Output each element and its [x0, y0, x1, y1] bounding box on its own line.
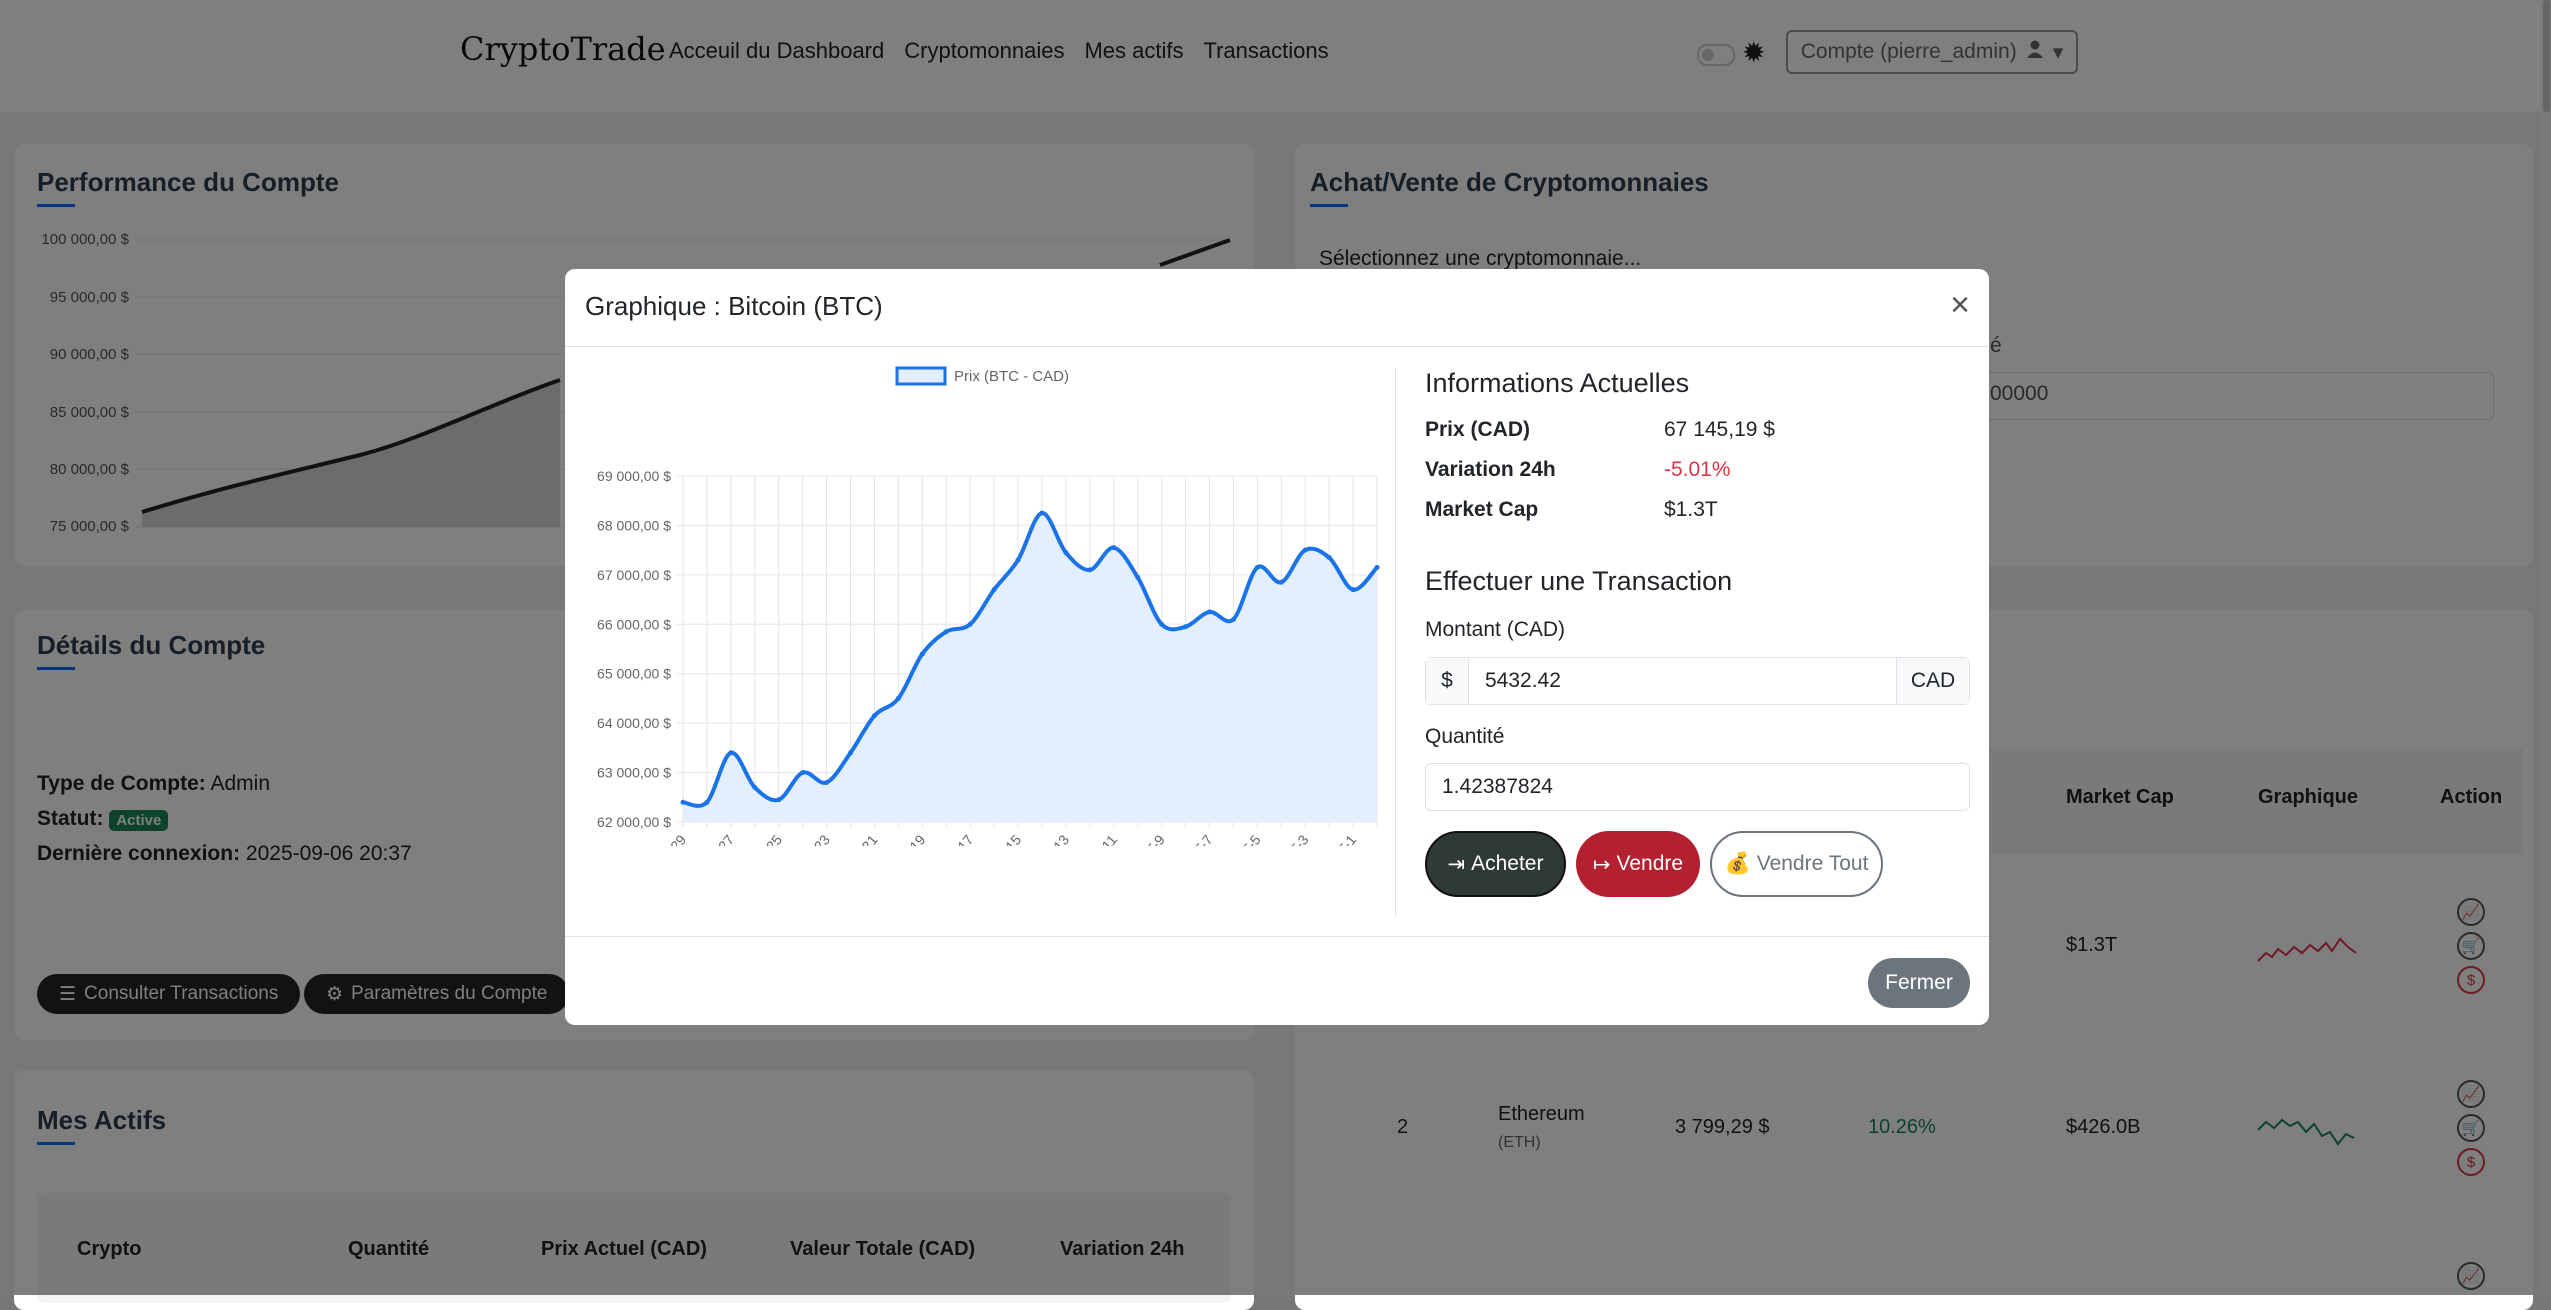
sign-out-icon: ↦	[1592, 852, 1611, 876]
price-label-text: Prix (CAD)	[1425, 418, 1531, 441]
chart-point	[895, 695, 901, 701]
buy-button-label: Acheter	[1471, 852, 1544, 875]
sell-all-button-label: Vendre Tout	[1756, 852, 1869, 875]
chart-point	[1350, 587, 1356, 593]
quantity-label: Quantité	[1425, 725, 1505, 748]
y-tick-label: 69 000,00 $	[597, 468, 671, 484]
price-label: Prix (CAD)	[1425, 418, 1530, 442]
y-tick-label: 65 000,00 $	[597, 666, 671, 682]
chart-point	[1206, 609, 1212, 615]
sell-button-label: Vendre	[1616, 852, 1684, 875]
change-label-text: Variation 24h	[1425, 458, 1556, 481]
btc-price-chart: 62 000,00 $ 63 000,00 $ 64 000,00 $ 65 000,…	[597, 366, 1380, 846]
buy-button[interactable]: ⇥ Acheter	[1425, 831, 1566, 897]
chart-point	[800, 770, 806, 776]
price-value: 67 145,19 $	[1664, 418, 1775, 441]
chart-point	[776, 797, 782, 803]
chart-point	[967, 621, 973, 627]
chart-modal: Graphique : Bitcoin (BTC) × 62 000,00 $6…	[565, 269, 1989, 1025]
chart-point	[1302, 547, 1308, 553]
x-tick-label: T-17	[946, 831, 976, 846]
sell-all-button[interactable]: 💰 Vendre Tout	[1710, 831, 1883, 897]
chart-point	[752, 784, 758, 790]
close-icon[interactable]: ×	[1943, 288, 1977, 322]
x-tick-label: T-11	[1090, 831, 1120, 846]
money-bag-icon: 💰	[1724, 852, 1751, 875]
x-tick-label: T-9	[1143, 831, 1168, 846]
x-tick-label: T-7	[1191, 831, 1216, 846]
chart-point	[1374, 564, 1380, 570]
sell-button[interactable]: ↦ Vendre	[1576, 831, 1700, 897]
chart-point	[704, 799, 710, 805]
chart-point	[1015, 557, 1021, 563]
quantity-input[interactable]	[1425, 763, 1970, 811]
x-tick-label: T-3	[1286, 831, 1311, 846]
chart-point	[1278, 579, 1284, 585]
y-tick-label: 66 000,00 $	[597, 616, 671, 632]
chart-point	[1159, 621, 1165, 627]
y-tick-label: 68 000,00 $	[597, 517, 671, 533]
mcap-value: $1.3T	[1664, 498, 1718, 521]
chart-point	[848, 750, 854, 756]
chart-point	[1230, 616, 1236, 622]
chart-area-fill	[683, 513, 1377, 822]
y-tick-label: 64 000,00 $	[597, 715, 671, 731]
chart-point	[1254, 564, 1260, 570]
modal-title: Graphique : Bitcoin (BTC)	[585, 291, 883, 321]
amount-prefix: $	[1426, 658, 1469, 704]
chart-point	[1087, 567, 1093, 573]
chart-point	[1039, 510, 1045, 516]
chart-point	[1326, 555, 1332, 561]
x-tick-label: T-27	[707, 831, 737, 846]
mcap-label-text: Market Cap	[1425, 498, 1539, 521]
y-tick-label: 62 000,00 $	[597, 814, 671, 830]
chart-point	[943, 629, 949, 635]
legend-swatch	[895, 366, 947, 386]
chart-point	[728, 750, 734, 756]
amount-input-group: $ CAD	[1425, 657, 1970, 705]
legend-label: Prix (BTC - CAD)	[954, 368, 1069, 385]
y-tick-label: 67 000,00 $	[597, 567, 671, 583]
chart-point	[871, 713, 877, 719]
modal-divider	[1395, 369, 1396, 917]
x-tick-label: T-29	[659, 831, 689, 846]
mcap-label: Market Cap	[1425, 498, 1538, 522]
transaction-title: Effectuer une Transaction	[1425, 566, 1733, 596]
x-tick-label: T-13	[1042, 831, 1072, 846]
chart-point	[680, 799, 686, 805]
x-tick-label: T-23	[803, 831, 833, 846]
change-value: -5.01%	[1664, 458, 1731, 481]
amount-input[interactable]	[1469, 658, 1896, 704]
amount-suffix: CAD	[1896, 658, 1969, 704]
sign-in-icon: ⇥	[1447, 852, 1466, 876]
chart-point	[1135, 574, 1141, 580]
change-label: Variation 24h	[1425, 458, 1556, 482]
x-tick-label: T-1	[1334, 831, 1359, 846]
x-tick-label: T-21	[850, 831, 880, 846]
chart-point	[919, 651, 925, 657]
close-button[interactable]: Fermer	[1868, 958, 1970, 1008]
chart-point	[1183, 624, 1189, 630]
chart-point	[824, 779, 830, 785]
amount-label: Montant (CAD)	[1425, 618, 1566, 641]
modal-header: Graphique : Bitcoin (BTC) ×	[565, 269, 1989, 347]
modal-footer	[565, 936, 1989, 1025]
chart-point	[1111, 545, 1117, 551]
y-tick-label: 63 000,00 $	[597, 765, 671, 781]
info-title: Informations Actuelles	[1425, 368, 1690, 398]
x-tick-label: T-25	[755, 831, 785, 846]
x-tick-label: T-15	[994, 831, 1024, 846]
x-tick-label: T-5	[1238, 831, 1263, 846]
chart-point	[1063, 550, 1069, 556]
x-tick-label: T-19	[898, 831, 928, 846]
chart-point	[991, 587, 997, 593]
